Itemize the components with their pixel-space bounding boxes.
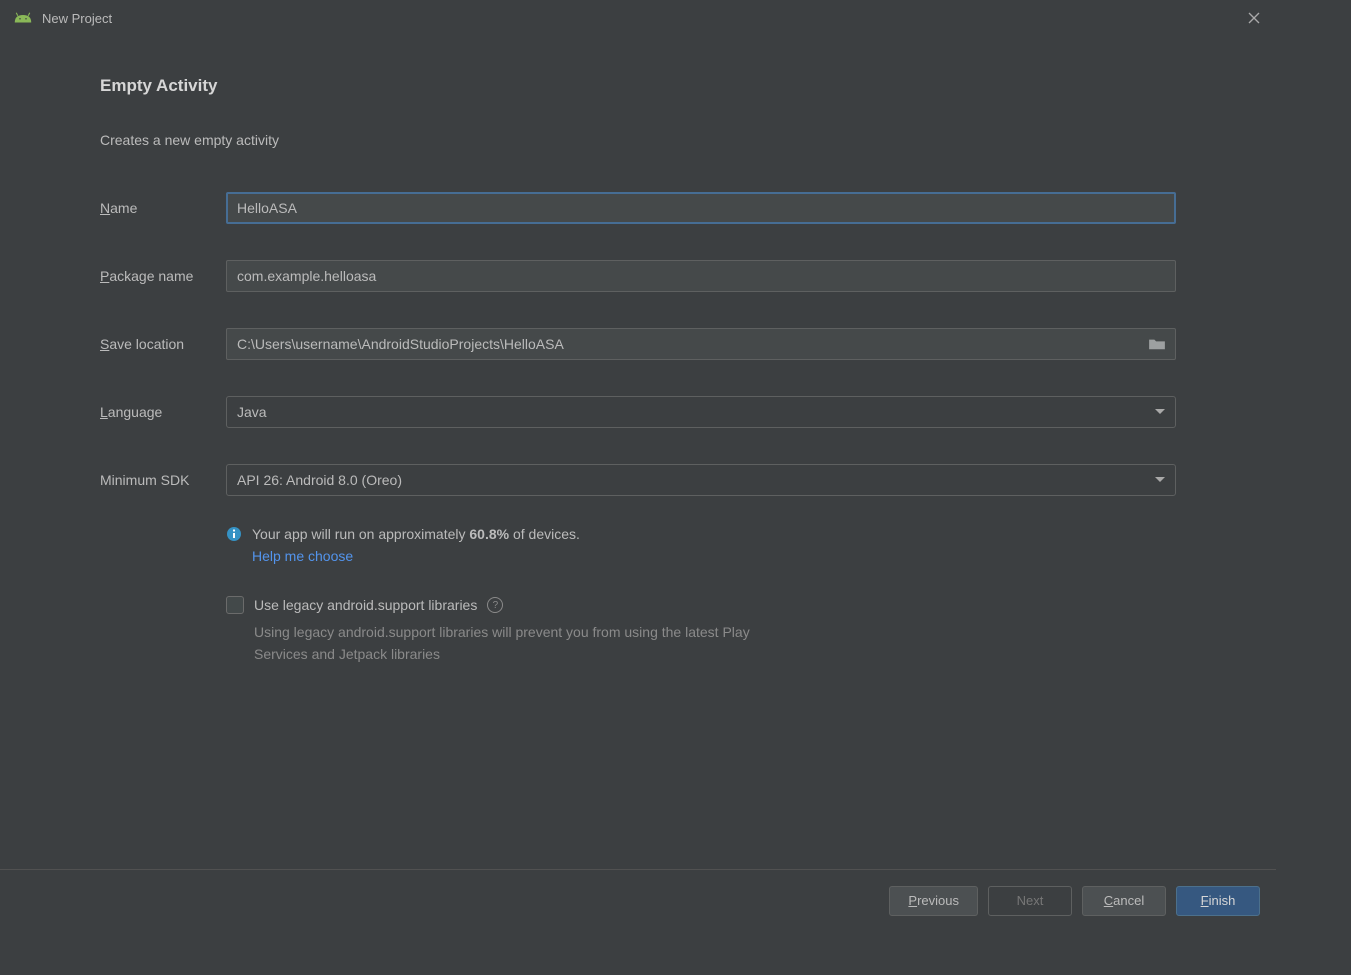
location-row: Save location: [100, 328, 1176, 360]
chevron-down-icon: [1155, 475, 1165, 485]
name-input[interactable]: [226, 192, 1176, 224]
sdk-info-section: Your app will run on approximately 60.8%…: [226, 526, 1176, 564]
page-heading: Empty Activity: [100, 76, 1176, 96]
language-label: Language: [100, 404, 226, 420]
legacy-support-checkbox[interactable]: [226, 596, 244, 614]
legacy-support-description: Using legacy android.support libraries w…: [254, 622, 774, 665]
legacy-support-label: Use legacy android.support libraries: [254, 597, 477, 613]
help-choose-link[interactable]: Help me choose: [252, 548, 1176, 564]
footer: Previous Next Cancel Finish: [0, 869, 1276, 931]
name-label: Name: [100, 200, 226, 216]
location-input[interactable]: [226, 328, 1176, 360]
location-label: Save location: [100, 336, 226, 352]
browse-folder-icon[interactable]: [1148, 337, 1166, 351]
sdk-coverage-text: Your app will run on approximately 60.8%…: [252, 526, 580, 542]
page-subtitle: Creates a new empty activity: [100, 132, 1176, 148]
help-icon[interactable]: ?: [487, 597, 503, 613]
legacy-checkbox-section: Use legacy android.support libraries ? U…: [226, 596, 1176, 665]
language-row: Language Java: [100, 396, 1176, 428]
titlebar: New Project: [0, 0, 1276, 36]
next-button: Next: [988, 886, 1072, 916]
min-sdk-row: Minimum SDK API 26: Android 8.0 (Oreo): [100, 464, 1176, 496]
language-value: Java: [237, 404, 267, 420]
finish-button[interactable]: Finish: [1176, 886, 1260, 916]
info-icon: [226, 526, 242, 542]
window-title: New Project: [42, 11, 112, 26]
content-area: Empty Activity Creates a new empty activ…: [0, 36, 1276, 665]
language-dropdown[interactable]: Java: [226, 396, 1176, 428]
min-sdk-dropdown[interactable]: API 26: Android 8.0 (Oreo): [226, 464, 1176, 496]
android-icon: [14, 12, 32, 24]
chevron-down-icon: [1155, 407, 1165, 417]
package-input[interactable]: [226, 260, 1176, 292]
package-label: Package name: [100, 268, 226, 284]
cancel-button[interactable]: Cancel: [1082, 886, 1166, 916]
previous-button[interactable]: Previous: [889, 886, 978, 916]
close-button[interactable]: [1244, 8, 1264, 28]
name-row: Name: [100, 192, 1176, 224]
min-sdk-label: Minimum SDK: [100, 472, 226, 488]
package-row: Package name: [100, 260, 1176, 292]
min-sdk-value: API 26: Android 8.0 (Oreo): [237, 472, 402, 488]
